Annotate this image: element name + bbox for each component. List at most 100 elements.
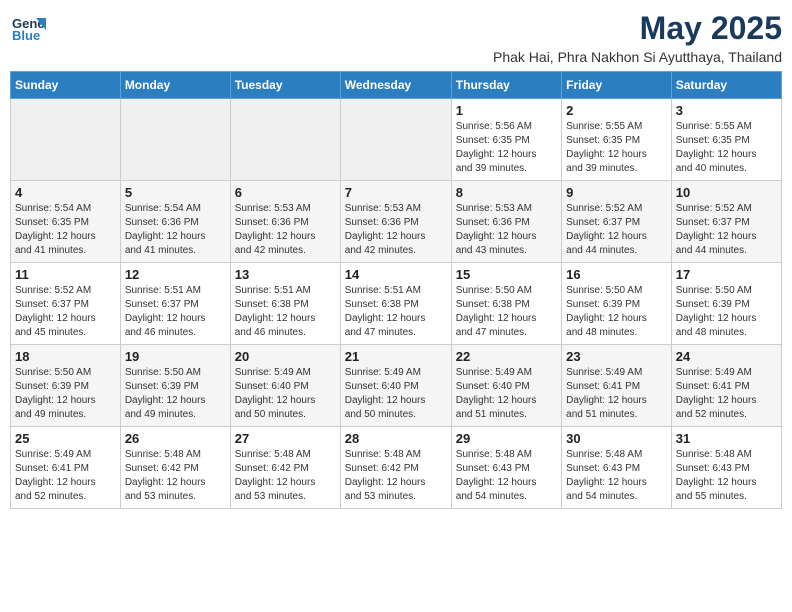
day-info: Sunrise: 5:54 AM Sunset: 6:36 PM Dayligh… [125,202,226,258]
calendar-cell: 13 Sunrise: 5:51 AM Sunset: 6:38 PM Dayli… [230,263,340,345]
calendar-cell: 2 Sunrise: 5:55 AM Sunset: 6:35 PM Daylig… [562,99,672,181]
calendar-week-row: 4 Sunrise: 5:54 AM Sunset: 6:35 PM Daylig… [11,181,782,263]
day-info: Sunrise: 5:48 AM Sunset: 6:43 PM Dayligh… [456,448,557,504]
day-info: Sunrise: 5:53 AM Sunset: 6:36 PM Dayligh… [345,202,447,258]
calendar-cell: 16Sunrise: 5:50 AM Sunset: 6:39 PM Dayli… [562,263,672,345]
calendar-cell: 24 Sunrise: 5:49 AM Sunset: 6:41 PM Dayli… [671,345,781,427]
calendar-cell: 20 Sunrise: 5:49 AM Sunset: 6:40 PM Dayli… [230,345,340,427]
calendar-cell: 25 Sunrise: 5:49 AM Sunset: 6:41 PM Dayli… [11,427,121,509]
day-info: Sunrise: 5:52 AM Sunset: 6:37 PM Dayligh… [566,202,667,258]
day-number: 28 [345,431,447,446]
day-number: 10 [676,185,777,200]
day-number: 25 [15,431,116,446]
day-number: 1 [456,103,557,118]
day-info: Sunrise: 5:53 AM Sunset: 6:36 PM Dayligh… [456,202,557,258]
day-number: 5 [125,185,226,200]
calendar-cell: 8 Sunrise: 5:53 AM Sunset: 6:36 PM Daylig… [451,181,561,263]
calendar-cell: 7 Sunrise: 5:53 AM Sunset: 6:36 PM Daylig… [340,181,451,263]
month-title: May 2025 [493,10,782,47]
weekday-header: Saturday [671,72,781,99]
day-number: 24 [676,349,777,364]
calendar-week-row: 1 Sunrise: 5:56 AM Sunset: 6:35 PM Daylig… [11,99,782,181]
day-info: Sunrise: 5:49 AM Sunset: 6:41 PM Dayligh… [566,366,667,422]
calendar-cell: 29 Sunrise: 5:48 AM Sunset: 6:43 PM Dayli… [451,427,561,509]
day-info: Sunrise: 5:51 AM Sunset: 6:37 PM Dayligh… [125,284,226,340]
day-number: 31 [676,431,777,446]
calendar-week-row: 25 Sunrise: 5:49 AM Sunset: 6:41 PM Dayli… [11,427,782,509]
calendar-week-row: 18 Sunrise: 5:50 AM Sunset: 6:39 PM Dayli… [11,345,782,427]
weekday-header: Friday [562,72,672,99]
day-number: 8 [456,185,557,200]
day-number: 9 [566,185,667,200]
day-number: 30 [566,431,667,446]
day-info: Sunrise: 5:54 AM Sunset: 6:35 PM Dayligh… [15,202,116,258]
svg-text:Blue: Blue [12,28,40,43]
calendar-cell: 4 Sunrise: 5:54 AM Sunset: 6:35 PM Daylig… [11,181,121,263]
day-info: Sunrise: 5:49 AM Sunset: 6:40 PM Dayligh… [235,366,336,422]
day-number: 29 [456,431,557,446]
day-number: 19 [125,349,226,364]
calendar-cell [230,99,340,181]
calendar-cell: 21Sunrise: 5:49 AM Sunset: 6:40 PM Dayli… [340,345,451,427]
weekday-header: Wednesday [340,72,451,99]
day-info: Sunrise: 5:48 AM Sunset: 6:42 PM Dayligh… [345,448,447,504]
day-number: 6 [235,185,336,200]
calendar-cell [120,99,230,181]
calendar-cell: 10 Sunrise: 5:52 AM Sunset: 6:37 PM Dayli… [671,181,781,263]
day-number: 27 [235,431,336,446]
calendar-week-row: 11 Sunrise: 5:52 AM Sunset: 6:37 PM Dayli… [11,263,782,345]
day-number: 12 [125,267,226,282]
calendar-cell: 3 Sunrise: 5:55 AM Sunset: 6:35 PM Daylig… [671,99,781,181]
day-number: 11 [15,267,116,282]
day-info: Sunrise: 5:51 AM Sunset: 6:38 PM Dayligh… [235,284,336,340]
day-info: Sunrise: 5:55 AM Sunset: 6:35 PM Dayligh… [676,120,777,176]
day-info: Sunrise: 5:53 AM Sunset: 6:36 PM Dayligh… [235,202,336,258]
day-info: Sunrise: 5:56 AM Sunset: 6:35 PM Dayligh… [456,120,557,176]
day-number: 16 [566,267,667,282]
day-info: Sunrise: 5:49 AM Sunset: 6:41 PM Dayligh… [676,366,777,422]
day-info: Sunrise: 5:50 AM Sunset: 6:39 PM Dayligh… [676,284,777,340]
day-number: 15 [456,267,557,282]
location-subtitle: Phak Hai, Phra Nakhon Si Ayutthaya, Thai… [493,49,782,65]
calendar-cell: 6 Sunrise: 5:53 AM Sunset: 6:36 PM Daylig… [230,181,340,263]
day-info: Sunrise: 5:52 AM Sunset: 6:37 PM Dayligh… [15,284,116,340]
calendar-cell: 28 Sunrise: 5:48 AM Sunset: 6:42 PM Dayli… [340,427,451,509]
day-number: 20 [235,349,336,364]
calendar-cell: 15 Sunrise: 5:50 AM Sunset: 6:38 PM Dayli… [451,263,561,345]
logo: General Blue [10,10,46,46]
weekday-header: Tuesday [230,72,340,99]
calendar-cell: 17 Sunrise: 5:50 AM Sunset: 6:39 PM Dayli… [671,263,781,345]
day-number: 18 [15,349,116,364]
calendar-cell: 14Sunrise: 5:51 AM Sunset: 6:38 PM Dayli… [340,263,451,345]
day-info: Sunrise: 5:50 AM Sunset: 6:38 PM Dayligh… [456,284,557,340]
calendar-cell: 31Sunrise: 5:48 AM Sunset: 6:43 PM Dayli… [671,427,781,509]
calendar-cell: 22 Sunrise: 5:49 AM Sunset: 6:40 PM Dayli… [451,345,561,427]
weekday-header: Monday [120,72,230,99]
day-number: 17 [676,267,777,282]
day-number: 22 [456,349,557,364]
day-number: 3 [676,103,777,118]
day-number: 4 [15,185,116,200]
day-info: Sunrise: 5:48 AM Sunset: 6:42 PM Dayligh… [235,448,336,504]
page-header: General Blue May 2025 Phak Hai, Phra Nak… [10,10,782,65]
day-number: 2 [566,103,667,118]
day-info: Sunrise: 5:51 AM Sunset: 6:38 PM Dayligh… [345,284,447,340]
weekday-header-row: SundayMondayTuesdayWednesdayThursdayFrid… [11,72,782,99]
day-info: Sunrise: 5:52 AM Sunset: 6:37 PM Dayligh… [676,202,777,258]
day-info: Sunrise: 5:49 AM Sunset: 6:41 PM Dayligh… [15,448,116,504]
day-number: 13 [235,267,336,282]
calendar-cell: 26Sunrise: 5:48 AM Sunset: 6:42 PM Dayli… [120,427,230,509]
calendar-cell [340,99,451,181]
day-info: Sunrise: 5:49 AM Sunset: 6:40 PM Dayligh… [456,366,557,422]
day-info: Sunrise: 5:55 AM Sunset: 6:35 PM Dayligh… [566,120,667,176]
day-info: Sunrise: 5:48 AM Sunset: 6:42 PM Dayligh… [125,448,226,504]
day-number: 7 [345,185,447,200]
logo-icon: General Blue [10,10,46,46]
calendar-cell: 30Sunrise: 5:48 AM Sunset: 6:43 PM Dayli… [562,427,672,509]
calendar-cell: 9 Sunrise: 5:52 AM Sunset: 6:37 PM Daylig… [562,181,672,263]
calendar-cell: 27 Sunrise: 5:48 AM Sunset: 6:42 PM Dayli… [230,427,340,509]
day-info: Sunrise: 5:50 AM Sunset: 6:39 PM Dayligh… [125,366,226,422]
calendar-table: SundayMondayTuesdayWednesdayThursdayFrid… [10,71,782,509]
day-info: Sunrise: 5:49 AM Sunset: 6:40 PM Dayligh… [345,366,447,422]
day-info: Sunrise: 5:50 AM Sunset: 6:39 PM Dayligh… [15,366,116,422]
